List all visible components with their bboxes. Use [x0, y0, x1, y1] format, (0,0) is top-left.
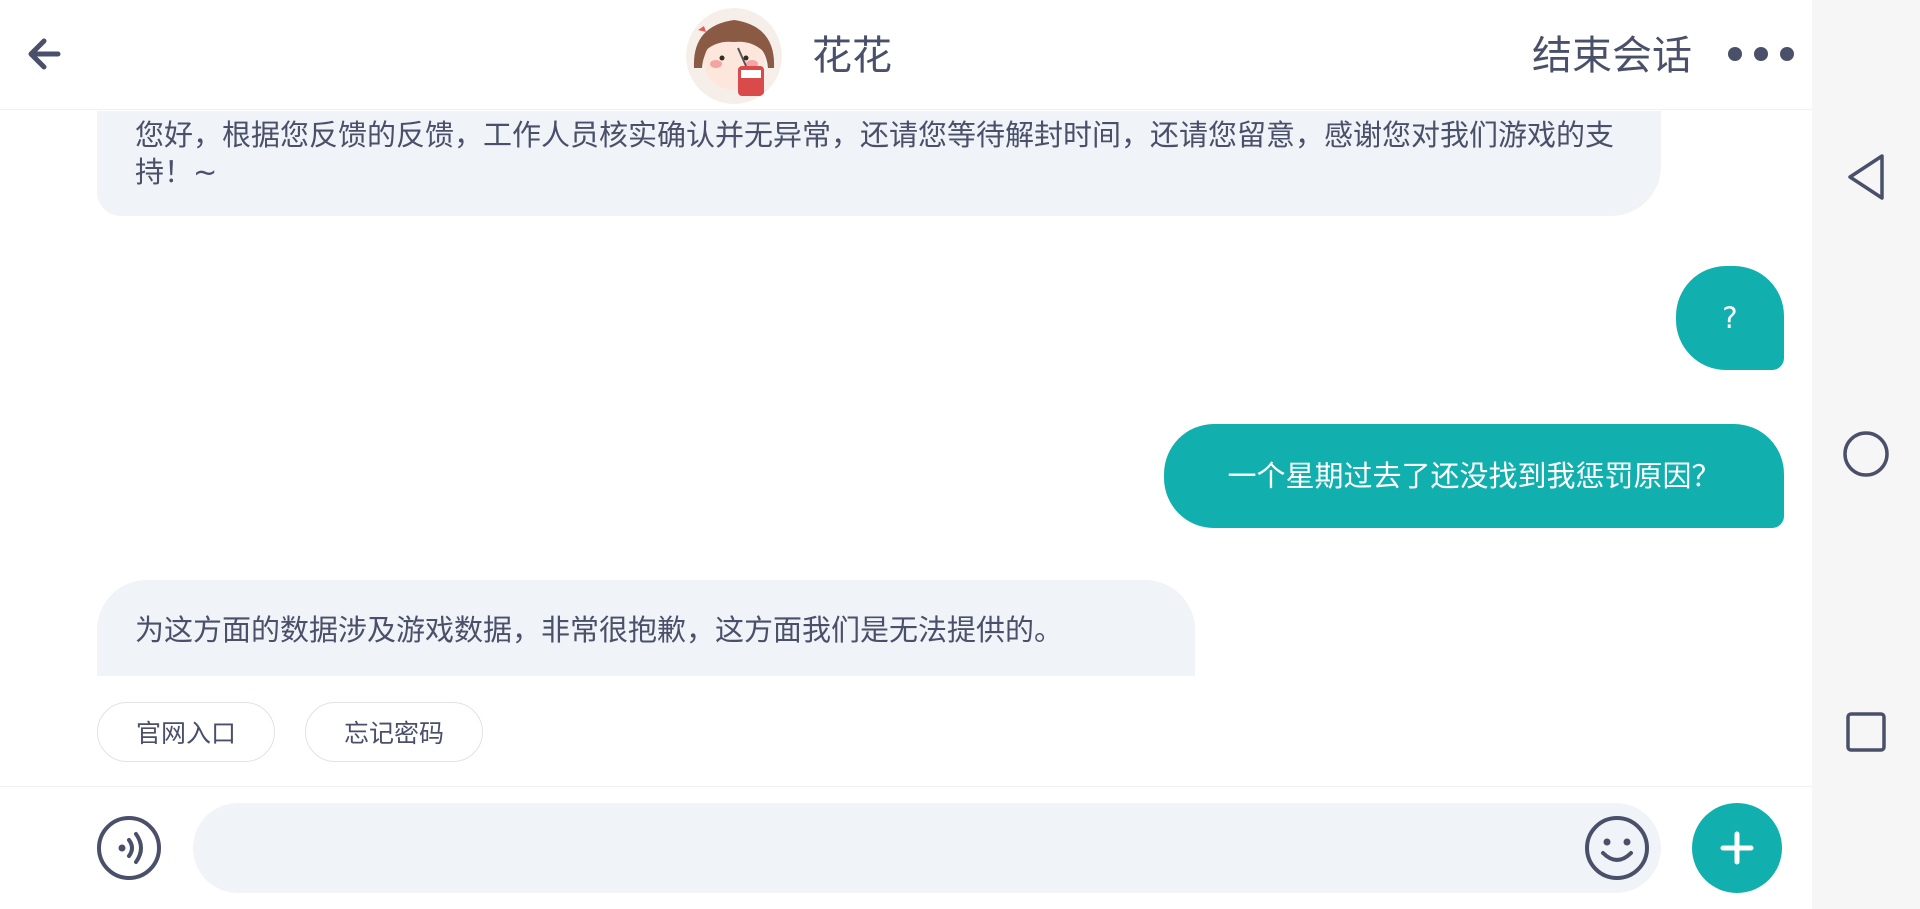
back-button[interactable] — [20, 30, 68, 78]
nav-back-button[interactable] — [1836, 147, 1896, 207]
dot — [1754, 47, 1768, 61]
quick-reply-official-site[interactable]: 官网入口 — [97, 702, 276, 762]
nav-back-triangle-icon — [1848, 154, 1884, 200]
nav-home-circle-icon — [1843, 431, 1889, 477]
avatar[interactable] — [686, 8, 782, 104]
voice-button[interactable] — [96, 815, 162, 881]
nav-home-button[interactable] — [1836, 424, 1896, 484]
chat-header: 花花 结束会话 — [0, 0, 1812, 110]
user-message: ? — [1676, 266, 1784, 370]
plus-icon — [1720, 831, 1754, 865]
message-input[interactable] — [193, 803, 1661, 893]
avatar-image — [686, 8, 782, 104]
more-dots-icon[interactable] — [1728, 36, 1794, 72]
dot — [1780, 47, 1794, 61]
end-session-button[interactable]: 结束会话 — [1532, 28, 1692, 84]
agent-message: 您好，根据您反馈的反馈，工作人员核实确认并无异常，还请您等待解封时间，还请您留意… — [97, 111, 1661, 216]
add-button[interactable] — [1692, 803, 1782, 893]
voice-icon — [97, 816, 161, 880]
emoji-icon — [1585, 816, 1649, 880]
user-message: 一个星期过去了还没找到我惩罚原因？ — [1164, 424, 1784, 528]
message-list[interactable]: 您好，根据您反馈的反馈，工作人员核实确认并无异常，还请您等待解封时间，还请您留意… — [0, 111, 1812, 676]
page-title: 花花 — [812, 33, 892, 79]
quick-replies: 官网入口 忘记密码 — [97, 702, 484, 762]
chat-app: 花花 结束会话 您好，根据您反馈的反馈，工作人员核实确认并无异常，还请您等待解封… — [0, 0, 1812, 909]
system-nav-bar — [1812, 0, 1920, 909]
input-bar — [0, 786, 1812, 909]
dot — [1728, 47, 1742, 61]
quick-reply-forgot-password[interactable]: 忘记密码 — [305, 702, 484, 762]
nav-recent-button[interactable] — [1836, 702, 1896, 762]
agent-message: 为这方面的数据涉及游戏数据，非常很抱歉，这方面我们是无法提供的。 — [97, 580, 1195, 676]
arrow-left-icon — [28, 38, 61, 70]
emoji-button[interactable] — [1584, 815, 1650, 881]
nav-recent-square-icon — [1846, 712, 1886, 752]
